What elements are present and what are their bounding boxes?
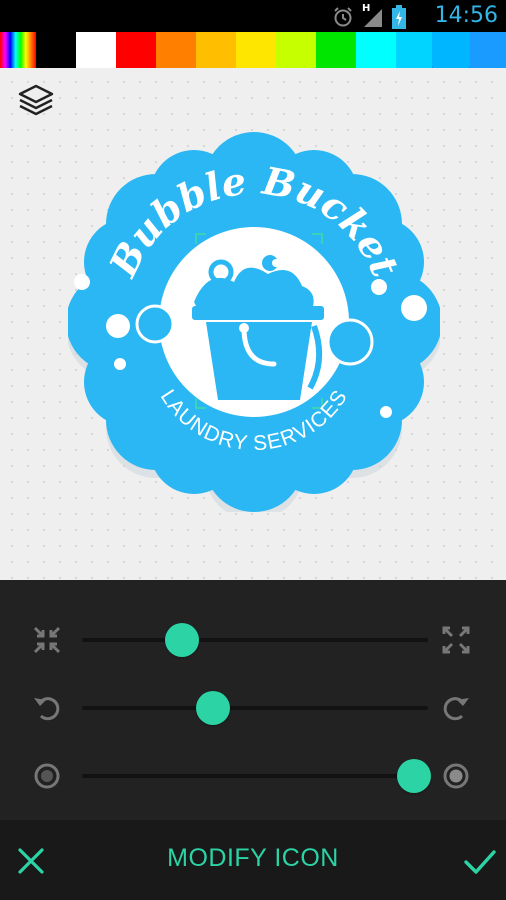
check-icon[interactable] [462,844,498,878]
shrink-icon[interactable] [31,624,63,656]
status-bar: H 14:56 [0,0,506,32]
color-swatch[interactable] [116,32,156,68]
canvas[interactable]: Bubble Bucket LAUNDRY SERVICES [0,68,506,580]
color-swatch[interactable] [156,32,196,68]
size-slider[interactable] [82,623,428,657]
rotation-slider[interactable] [82,691,428,725]
color-swatch[interactable] [316,32,356,68]
color-swatch[interactable] [470,32,506,68]
size-row [0,616,506,664]
network-type-label: H [362,3,371,14]
color-swatch[interactable] [36,32,76,68]
color-swatch[interactable] [196,32,236,68]
color-swatch[interactable] [236,32,276,68]
layers-icon [18,84,54,116]
adjustment-panel [0,580,506,820]
opacity-slider[interactable] [82,759,432,793]
color-swatch[interactable] [76,32,116,68]
circle-filled-icon[interactable] [440,760,472,792]
color-swatch[interactable] [396,32,432,68]
color-palette [0,32,506,72]
size-slider-thumb[interactable] [165,623,200,657]
color-swatch[interactable] [356,32,396,68]
logo-badge[interactable]: Bubble Bucket LAUNDRY SERVICES [68,132,440,512]
opacity-row [0,752,506,800]
color-swatch[interactable] [432,32,470,72]
layers-button[interactable] [16,82,56,118]
rotate-left-icon[interactable] [31,692,63,724]
rotation-row [0,684,506,732]
screen-title: MODIFY ICON [167,844,339,872]
expand-icon[interactable] [440,624,472,656]
alarm-icon [334,7,352,27]
circle-outline-icon[interactable] [31,760,63,792]
color-swatch[interactable] [276,32,316,68]
color-swatch[interactable] [0,32,36,68]
rotate-right-icon[interactable] [440,692,472,724]
opacity-slider-thumb[interactable] [397,759,432,793]
rotation-slider-thumb[interactable] [196,691,231,725]
battery-charging-icon [392,5,406,29]
clock: 14:56 [434,3,498,28]
bottom-action-bar: MODIFY ICON [0,820,506,900]
signal-icon: H [362,3,384,28]
